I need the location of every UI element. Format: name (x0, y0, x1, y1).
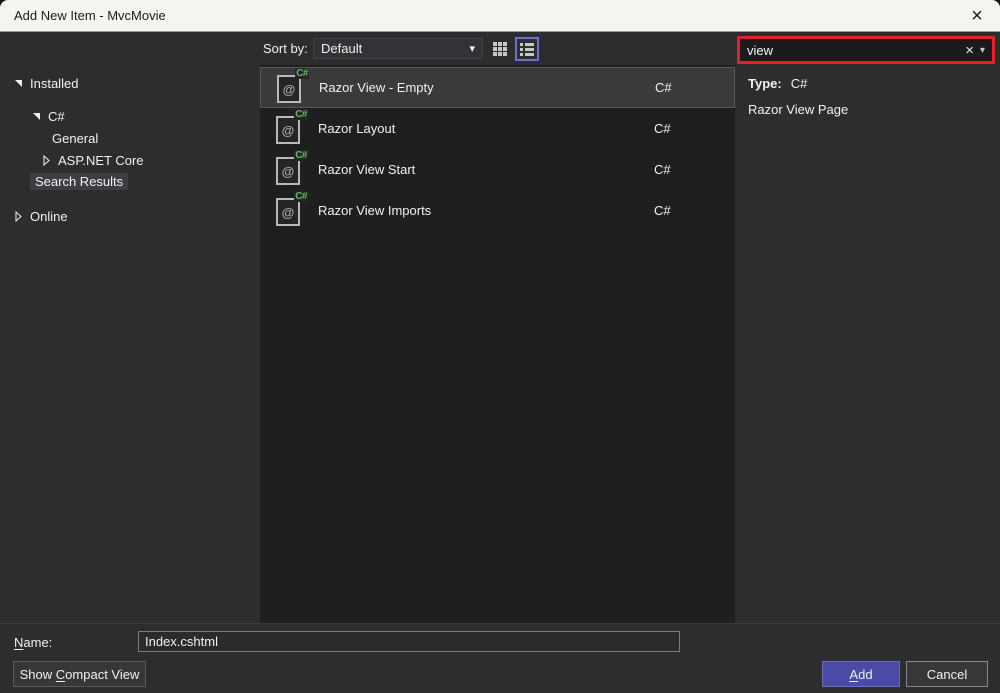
category-tree: Installed C# General ASP.NET Core Search… (0, 32, 260, 623)
template-type-line: Type: C# (748, 76, 807, 91)
grid-view-button[interactable] (488, 37, 512, 61)
search-value: view (740, 43, 959, 58)
template-item-razor-view-start[interactable]: @ C# Razor View Start C# (260, 150, 735, 191)
dialog-footer: Name: Index.cshtml Show Compact View Add… (0, 623, 1000, 693)
template-name: Razor Layout (318, 121, 395, 136)
sort-by-value: Default (321, 41, 362, 56)
sort-by-dropdown[interactable]: Default ▾ (313, 38, 483, 59)
template-language: C# (655, 80, 672, 95)
template-name: Razor View Start (318, 162, 415, 177)
csharp-badge-icon: C# (294, 150, 308, 161)
csharp-badge-icon: C# (294, 109, 308, 120)
close-icon[interactable]: × (954, 0, 1000, 31)
show-compact-view-button[interactable]: Show Compact View (13, 661, 146, 687)
search-dropdown-icon[interactable]: ▾ (980, 45, 992, 56)
type-value: C# (791, 76, 808, 91)
template-language: C# (654, 203, 671, 218)
template-description: Razor View Page (748, 102, 848, 117)
file-name-value: Index.cshtml (145, 634, 218, 649)
add-button[interactable]: Add (822, 661, 900, 687)
razor-file-icon: @ C# (277, 75, 301, 103)
sidebar-item-aspnet-core[interactable]: ASP.NET Core (38, 151, 144, 169)
template-item-razor-view-imports[interactable]: @ C# Razor View Imports C# (260, 191, 735, 232)
type-label: Type: (748, 76, 782, 91)
sidebar-item-search-results[interactable]: Search Results (30, 172, 128, 190)
razor-file-icon: @ C# (276, 116, 300, 144)
razor-file-icon: @ C# (276, 198, 300, 226)
expanded-triangle-icon[interactable] (10, 77, 26, 89)
template-name: Razor View - Empty (319, 80, 434, 95)
grid-view-icon (492, 41, 508, 57)
collapsed-triangle-icon[interactable] (38, 154, 54, 166)
add-new-item-dialog: Add New Item - MvcMovie × Installed C# G… (0, 0, 1000, 693)
cancel-button[interactable]: Cancel (906, 661, 988, 687)
list-view-icon (519, 42, 535, 56)
sidebar-item-csharp[interactable]: C# (28, 107, 65, 125)
template-list: @ C# Razor View - Empty C# @ C# Razor La… (260, 65, 735, 623)
csharp-badge-icon: C# (294, 191, 308, 202)
sidebar-item-installed[interactable]: Installed (10, 74, 78, 92)
template-item-razor-view-empty[interactable]: @ C# Razor View - Empty C# (260, 67, 735, 108)
name-label: Name: (14, 635, 52, 650)
sidebar-item-general[interactable]: General (52, 129, 98, 147)
template-language: C# (654, 121, 671, 136)
dialog-title: Add New Item - MvcMovie (0, 8, 166, 23)
template-item-razor-layout[interactable]: @ C# Razor Layout C# (260, 109, 735, 150)
expanded-triangle-icon[interactable] (28, 110, 44, 122)
razor-file-icon: @ C# (276, 157, 300, 185)
list-view-button[interactable] (515, 37, 539, 61)
csharp-badge-icon: C# (295, 68, 309, 79)
template-name: Razor View Imports (318, 203, 431, 218)
sidebar-item-online[interactable]: Online (10, 207, 68, 225)
collapsed-triangle-icon[interactable] (10, 210, 26, 222)
file-name-input[interactable]: Index.cshtml (138, 631, 680, 652)
clear-search-icon[interactable]: × (959, 43, 980, 58)
title-bar: Add New Item - MvcMovie × (0, 0, 1000, 32)
list-toolbar: Sort by: Default ▾ (260, 32, 735, 65)
template-language: C# (654, 162, 671, 177)
chevron-down-icon: ▾ (469, 42, 475, 55)
sort-by-label: Sort by: (263, 41, 308, 56)
details-pane: view × ▾ Type: C# Razor View Page (735, 32, 1000, 623)
search-input[interactable]: view × ▾ (737, 36, 995, 64)
